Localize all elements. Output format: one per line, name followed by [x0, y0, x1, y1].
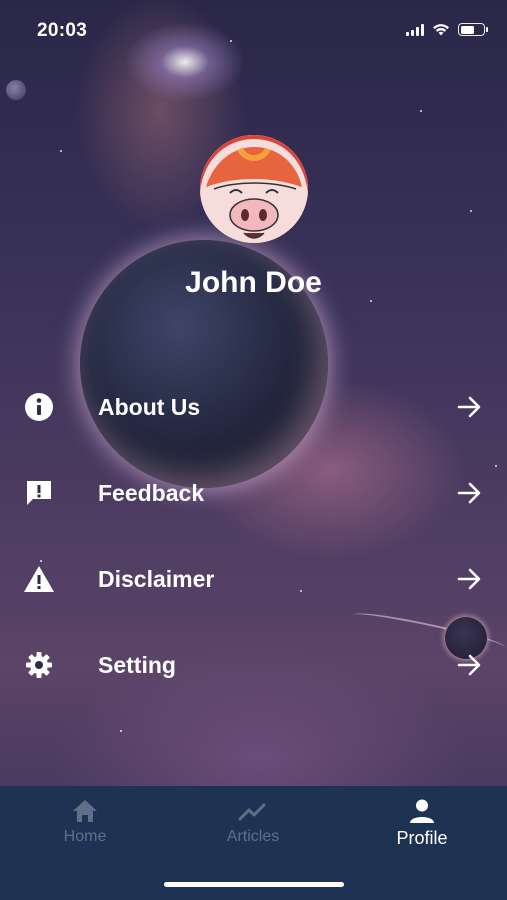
home-icon	[70, 796, 100, 826]
star	[370, 300, 372, 302]
menu-item-feedback[interactable]: Feedback	[0, 458, 507, 528]
menu-item-disclaimer[interactable]: Disclaimer	[0, 544, 507, 614]
star	[60, 150, 62, 152]
user-name: John Doe	[185, 266, 322, 299]
star	[420, 110, 422, 112]
trending-icon	[238, 796, 268, 826]
star	[120, 730, 122, 732]
battery-icon	[458, 23, 488, 36]
wifi-icon	[433, 24, 449, 36]
status-time: 20:03	[37, 20, 88, 41]
nav-item-profile[interactable]: Profile	[362, 796, 482, 849]
menu-item-label: Disclaimer	[98, 565, 215, 592]
signal-icon	[406, 23, 424, 36]
nav-item-home[interactable]: Home	[25, 796, 145, 846]
menu-item-label: About Us	[98, 393, 201, 420]
nav-label: Home	[63, 828, 107, 845]
arrow-right-icon	[457, 396, 481, 418]
star	[470, 210, 472, 212]
home-indicator	[164, 882, 344, 887]
menu-item-setting[interactable]: Setting	[0, 630, 507, 700]
menu-item-about-us[interactable]: About Us	[0, 372, 507, 442]
menu-item-label: Feedback	[98, 479, 205, 506]
arrow-right-icon	[457, 482, 481, 504]
arrow-right-icon	[457, 568, 481, 590]
status-bar: 20:03	[0, 0, 507, 60]
avatar[interactable]	[200, 135, 308, 243]
info-icon	[23, 391, 55, 423]
arrow-right-icon	[457, 654, 481, 676]
warning-icon	[23, 563, 55, 595]
menu-item-label: Setting	[98, 651, 176, 678]
status-icons	[406, 23, 488, 36]
nav-label: Articles	[226, 828, 280, 845]
pig-avatar-icon	[200, 135, 308, 243]
gear-icon	[23, 649, 55, 681]
nav-label: Profile	[396, 828, 448, 848]
nav-item-articles[interactable]: Articles	[193, 796, 313, 846]
person-icon	[407, 796, 437, 826]
moon-decoration	[6, 80, 26, 100]
feedback-icon	[23, 477, 55, 509]
